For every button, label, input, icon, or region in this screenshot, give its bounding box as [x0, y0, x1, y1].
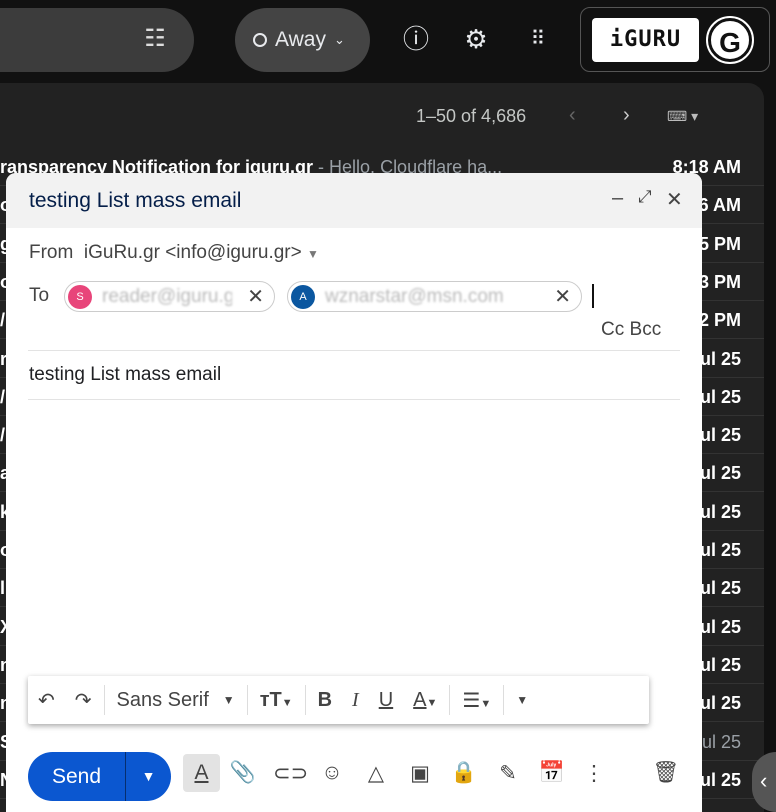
caret-down-icon[interactable]: ▼: [307, 247, 319, 261]
email-time: 2 PM: [698, 310, 741, 331]
bcc-link[interactable]: Bcc: [630, 319, 662, 340]
divider: [28, 350, 680, 351]
close-icon[interactable]: ✕: [666, 187, 683, 212]
italic-icon[interactable]: I: [352, 689, 359, 712]
email-time: ul 25: [701, 731, 741, 752]
caret-down-icon[interactable]: ▼: [223, 693, 235, 707]
email-time: ul 25: [699, 769, 741, 790]
subject-input[interactable]: testing List mass email: [29, 364, 221, 386]
link-icon[interactable]: ⊂⊃: [273, 761, 308, 786]
signature-icon[interactable]: ✎: [493, 761, 523, 786]
recipient-chip[interactable]: Sreader@iguru.gr ✕: [64, 281, 275, 312]
email-subject: l: [0, 578, 6, 599]
from-value[interactable]: iGuRu.gr <info@iguru.gr>: [84, 242, 302, 263]
recipient-email: wznarstar@msn.com: [325, 285, 504, 307]
apps-icon[interactable]: ⠿: [520, 22, 554, 56]
separator: [449, 685, 451, 715]
status-label: Away: [275, 28, 326, 51]
attach-icon[interactable]: 📎: [228, 761, 258, 785]
confidential-mode-icon[interactable]: 🔒: [449, 761, 479, 785]
separator: [246, 685, 248, 715]
next-page-icon[interactable]: ›: [623, 104, 630, 127]
to-label: To: [29, 285, 50, 306]
search-options-icon[interactable]: ☷: [140, 24, 170, 54]
email-time: ul 25: [699, 386, 741, 407]
email-subject: /: [0, 386, 6, 407]
bold-icon[interactable]: B: [318, 689, 332, 712]
email-time: 5 PM: [698, 233, 741, 254]
status-button[interactable]: Away ⌄: [235, 8, 370, 72]
email-time: ul 25: [699, 425, 741, 446]
underline-icon[interactable]: U: [379, 689, 393, 712]
email-time: ul 25: [699, 654, 741, 675]
align-icon[interactable]: ☰▼: [462, 688, 491, 713]
pagination-label: 1–50 of 4,686: [416, 106, 527, 126]
redo-icon[interactable]: ↷: [75, 688, 92, 713]
remove-recipient-icon[interactable]: ✕: [247, 284, 264, 309]
photo-icon[interactable]: ▣: [405, 761, 435, 786]
email-time: 6 AM: [698, 195, 741, 216]
separator: [304, 685, 306, 715]
email-time: ul 25: [699, 501, 741, 522]
send-button[interactable]: Send ▼: [28, 752, 171, 801]
chevron-down-icon: ⌄: [333, 32, 345, 47]
schedule-icon[interactable]: 📅: [537, 761, 567, 785]
send-options-icon[interactable]: ▼: [125, 752, 171, 801]
settings-icon[interactable]: ⚙: [459, 22, 493, 56]
text-size-icon[interactable]: ᴛT▼: [260, 689, 293, 712]
formatting-toolbar: ↶ ↷ Sans Serif ▼ ᴛT▼ B I U A▼ ☰▼ ▼: [28, 676, 649, 724]
divider: [28, 399, 680, 400]
separator: [103, 685, 105, 715]
compose-window: testing List mass email – ⤢ ✕ From iGuRu…: [6, 173, 702, 812]
recipient-avatar: S: [68, 284, 92, 309]
email-time: ul 25: [699, 578, 741, 599]
from-row[interactable]: From iGuRu.gr <info@iguru.gr> ▼: [29, 242, 319, 264]
avatar[interactable]: G: [706, 16, 754, 64]
text-color-icon[interactable]: A▼: [413, 689, 437, 712]
recipient-chip[interactable]: Awznarstar@msn.com ✕: [287, 281, 582, 312]
org-logo: iGURU: [592, 18, 699, 62]
recipient-avatar: A: [291, 284, 315, 309]
minimize-icon[interactable]: –: [612, 187, 623, 210]
undo-icon[interactable]: ↶: [38, 688, 55, 713]
more-options-icon[interactable]: ⋮: [579, 761, 609, 786]
drive-icon[interactable]: △: [361, 761, 391, 786]
email-time: 3 PM: [698, 271, 741, 292]
send-label: Send: [51, 764, 102, 788]
body-editor[interactable]: [28, 408, 680, 668]
email-time: ul 25: [699, 693, 741, 714]
prev-page-icon[interactable]: ‹: [569, 104, 576, 127]
more-formatting-icon[interactable]: ▼: [516, 693, 528, 707]
email-time: ul 25: [699, 463, 741, 484]
compose-title: testing List mass email: [29, 189, 242, 212]
fullscreen-icon[interactable]: ⤢: [638, 187, 652, 207]
compose-header[interactable]: testing List mass email – ⤢ ✕: [6, 173, 702, 228]
email-time: ul 25: [699, 348, 741, 369]
font-select[interactable]: Sans Serif: [117, 689, 209, 712]
status-circle-icon: [253, 33, 267, 47]
email-subject: /: [0, 310, 6, 331]
text-cursor: [592, 284, 594, 308]
from-label: From: [29, 242, 74, 263]
email-time: ul 25: [699, 616, 741, 637]
separator: [503, 685, 505, 715]
recipient-email: reader@iguru.gr: [102, 285, 232, 307]
email-subject: /: [0, 425, 6, 446]
discard-icon[interactable]: 🗑: [651, 761, 681, 785]
cc-bcc[interactable]: Cc Bcc: [601, 319, 661, 341]
help-icon[interactable]: ⓘ: [399, 22, 433, 56]
remove-recipient-icon[interactable]: ✕: [554, 284, 571, 309]
cc-link[interactable]: Cc: [601, 319, 624, 340]
emoji-icon[interactable]: ☺: [317, 761, 347, 785]
email-time: ul 25: [699, 540, 741, 560]
formatting-options-icon[interactable]: A: [183, 754, 220, 792]
keyboard-icon[interactable]: ⌨ ▾: [667, 108, 698, 125]
